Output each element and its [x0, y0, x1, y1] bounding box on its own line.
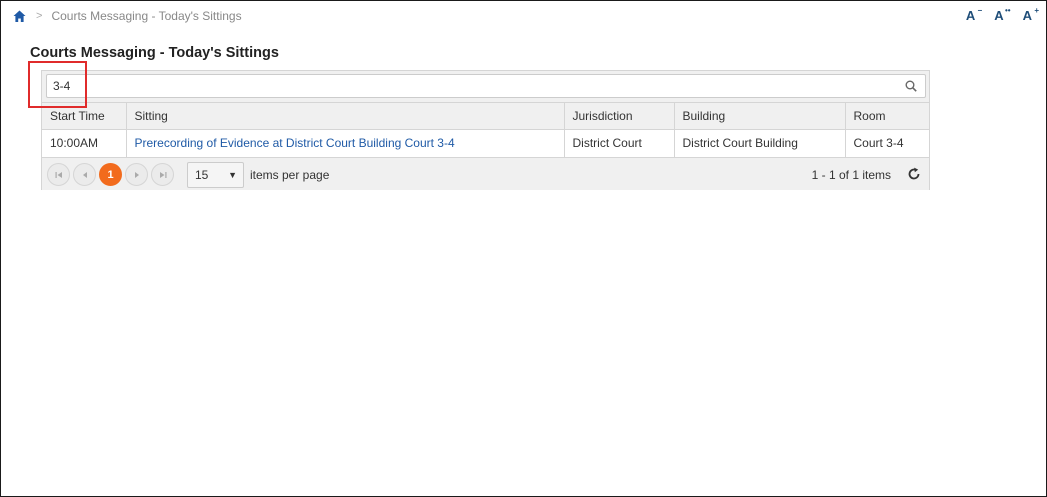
increase-font-sup: +: [1034, 6, 1039, 15]
sittings-table: Start Time Sitting Jurisdiction Building…: [42, 102, 929, 157]
decrease-font-button[interactable]: A −: [965, 6, 982, 23]
next-page-icon[interactable]: [125, 163, 148, 186]
sittings-grid: Start Time Sitting Jurisdiction Building…: [41, 70, 930, 190]
page-size-select[interactable]: 15 ▼: [187, 162, 244, 188]
items-count: 1 - 1 of 1 items: [811, 168, 891, 182]
prev-page-icon[interactable]: [73, 163, 96, 186]
column-header-building[interactable]: Building: [673, 102, 845, 130]
last-page-icon[interactable]: [151, 163, 174, 186]
increase-font-button[interactable]: A +: [1022, 6, 1039, 23]
normal-font-label: A: [994, 8, 1004, 23]
decrease-font-sup: −: [977, 6, 983, 15]
search-input[interactable]: [53, 75, 893, 97]
refresh-icon[interactable]: [907, 167, 921, 181]
home-icon[interactable]: [13, 10, 26, 23]
breadcrumb-separator: >: [36, 10, 43, 22]
cell-building: District Court Building: [673, 129, 845, 157]
search-icon[interactable]: [905, 80, 917, 92]
breadcrumb-current: Courts Messaging - Today's Sittings: [51, 9, 242, 23]
first-page-icon[interactable]: [47, 163, 70, 186]
chevron-down-icon: ▼: [228, 170, 237, 180]
cell-start-time: 10:00AM: [42, 129, 126, 157]
column-header-jurisdiction[interactable]: Jurisdiction: [563, 102, 674, 130]
breadcrumb: > Courts Messaging - Today's Sittings: [13, 9, 242, 23]
search-highlight-box: [28, 61, 87, 108]
per-page-label: items per page: [250, 168, 330, 182]
cell-room: Court 3-4: [844, 129, 929, 157]
column-header-room[interactable]: Room: [844, 102, 929, 130]
page-title: Courts Messaging - Today's Sittings: [30, 45, 279, 61]
cell-jurisdiction: District Court: [563, 129, 674, 157]
cell-sitting: Prerecording of Evidence at District Cou…: [125, 129, 564, 157]
normal-font-button[interactable]: A ••: [994, 6, 1010, 23]
table-header-row: Start Time Sitting Jurisdiction Building…: [42, 102, 929, 130]
increase-font-label: A: [1022, 8, 1032, 23]
column-header-sitting[interactable]: Sitting: [125, 102, 564, 130]
decrease-font-label: A: [965, 8, 976, 23]
search-box: [46, 74, 926, 98]
pager: 1 15 ▼ items per page 1 - 1 of 1 items: [42, 157, 929, 190]
page-button-current[interactable]: 1: [99, 163, 122, 186]
table-row[interactable]: 10:00AM Prerecording of Evidence at Dist…: [42, 129, 929, 157]
normal-font-sup: ••: [1005, 6, 1011, 15]
font-size-tools: A − A •• A +: [965, 6, 1039, 23]
sitting-link[interactable]: Prerecording of Evidence at District Cou…: [135, 136, 455, 150]
page-size-value: 15: [195, 168, 209, 182]
